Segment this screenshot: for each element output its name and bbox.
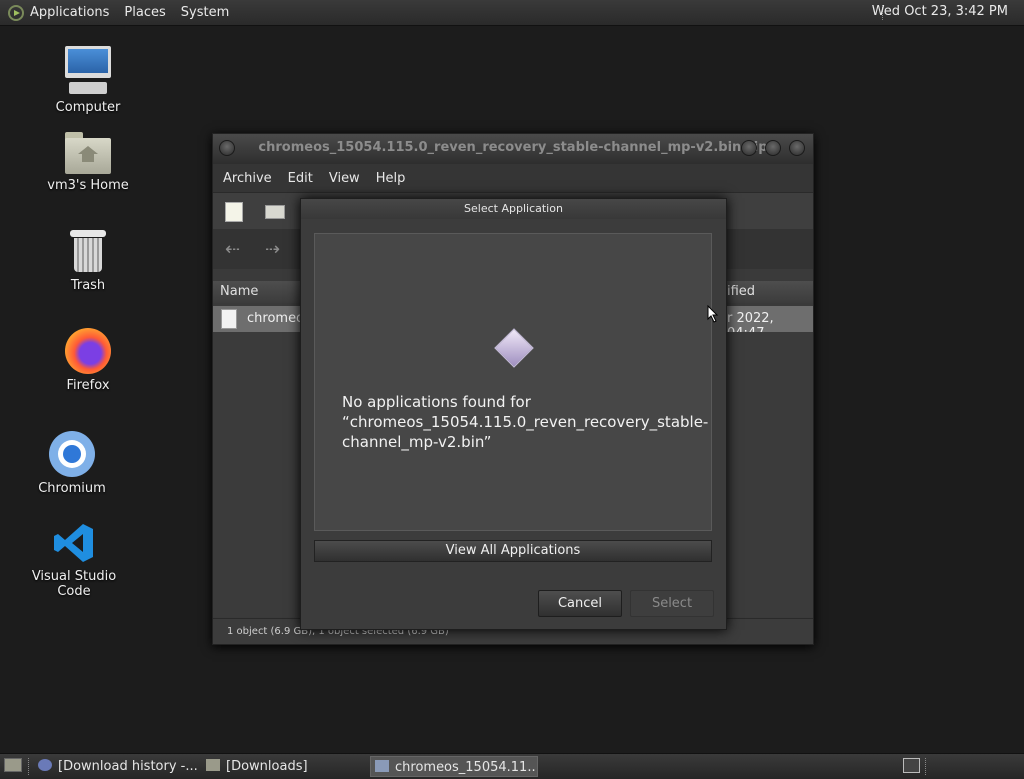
main-menu-icon[interactable]: [8, 4, 24, 21]
file-name: chromeo: [247, 311, 305, 326]
taskbar-separator: [28, 758, 29, 775]
desktop-icon-label: Firefox: [66, 378, 110, 393]
desktop-icon-label: Chromium: [38, 481, 106, 496]
window-menu-button[interactable]: [219, 140, 235, 156]
show-desktop-icon[interactable]: [4, 758, 22, 772]
archive-icon: [375, 760, 389, 772]
folder-icon: [206, 759, 220, 771]
menubar: Archive Edit View Help: [213, 164, 813, 192]
minimize-button[interactable]: [741, 140, 757, 156]
new-archive-icon[interactable]: [225, 202, 243, 222]
task-label: [Download history -...: [58, 759, 198, 774]
clock[interactable]: Wed Oct 23, 3:42 PM: [872, 4, 1008, 19]
desktop-icon-label: Trash: [70, 278, 106, 293]
application-list-panel: No applications found for “chromeos_1505…: [314, 233, 712, 531]
open-archive-icon[interactable]: [265, 205, 285, 219]
mouse-pointer-icon: [707, 305, 719, 323]
desktop-icon-label: Visual Studio Code: [31, 569, 117, 599]
desktop-icon-trash[interactable]: Trash: [33, 230, 143, 293]
menu-applications[interactable]: Applications: [30, 5, 109, 20]
menu-edit[interactable]: Edit: [288, 171, 313, 186]
vscode-icon: [52, 521, 96, 565]
dialog-title: Select Application: [301, 199, 726, 219]
computer-icon: [63, 46, 113, 96]
workspace-switcher-icon[interactable]: [903, 758, 920, 773]
desktop-icon-computer[interactable]: Computer: [33, 46, 143, 115]
desktop-icon-chromium[interactable]: Chromium: [17, 431, 127, 496]
back-arrow-icon[interactable]: ⇠: [225, 239, 240, 260]
task-label: [Downloads]: [226, 759, 308, 774]
window-title: chromeos_15054.115.0_reven_recovery_stab…: [258, 140, 768, 155]
maximize-button[interactable]: [765, 140, 781, 156]
desktop-icon-home[interactable]: vm3's Home: [33, 130, 143, 193]
trash-icon: [70, 230, 106, 274]
desktop-icon-firefox[interactable]: Firefox: [33, 328, 143, 393]
desktop-icon-label: vm3's Home: [47, 178, 129, 193]
task-label: chromeos_15054.11...: [395, 760, 538, 775]
file-icon: [221, 309, 237, 329]
top-panel: Applications Places System Wed Oct 23, 3…: [0, 0, 1024, 26]
home-folder-icon: [65, 130, 111, 174]
desktop-icon-vscode[interactable]: Visual Studio Code: [19, 521, 129, 599]
select-application-dialog: Select Application No applications found…: [300, 198, 727, 630]
firefox-icon: [65, 328, 111, 374]
desktop-icon-label: Computer: [55, 100, 121, 115]
taskbar-separator: [925, 758, 926, 775]
no-application-icon: [494, 328, 534, 368]
no-applications-message: No applications found for “chromeos_1505…: [342, 393, 709, 451]
firefox-icon: [38, 759, 52, 771]
select-button[interactable]: Select: [630, 590, 714, 617]
menu-system[interactable]: System: [181, 5, 229, 20]
chromium-icon: [49, 431, 95, 477]
window-titlebar[interactable]: chromeos_15054.115.0_reven_recovery_stab…: [213, 134, 813, 164]
forward-arrow-icon[interactable]: ⇢: [265, 239, 280, 260]
menu-help[interactable]: Help: [376, 171, 406, 186]
view-all-applications-button[interactable]: View All Applications: [314, 540, 712, 562]
task-archive-manager[interactable]: chromeos_15054.11...: [370, 756, 538, 777]
close-button[interactable]: [789, 140, 805, 156]
menu-view[interactable]: View: [329, 171, 360, 186]
menu-archive[interactable]: Archive: [223, 171, 272, 186]
column-name[interactable]: Name: [220, 284, 258, 299]
taskbar: [Download history -... [Downloads] chrom…: [0, 753, 1024, 779]
task-download-history[interactable]: [Download history -...: [34, 756, 200, 777]
column-modified[interactable]: ified: [727, 284, 755, 299]
cancel-button[interactable]: Cancel: [538, 590, 622, 617]
task-downloads[interactable]: [Downloads]: [202, 756, 368, 777]
menu-places[interactable]: Places: [124, 5, 165, 20]
